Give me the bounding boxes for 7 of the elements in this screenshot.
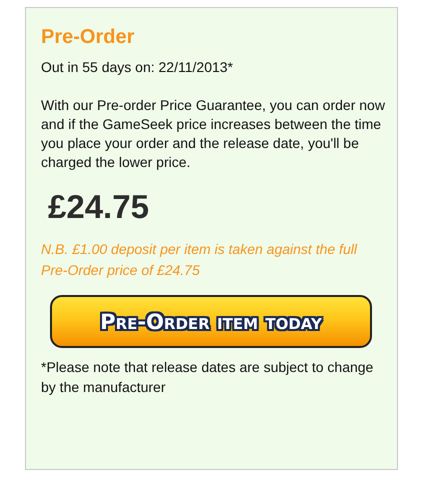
preorder-button[interactable]: Pre-Order item today xyxy=(50,295,372,348)
footnote: *Please note that release dates are subject to change by the manufacturer xyxy=(41,358,374,397)
price: £24.75 xyxy=(48,187,150,227)
deposit-note: N.B. £1.00 deposit per item is taken against the full Pre-Order price of £24.75 xyxy=(41,240,358,280)
guarantee-text: With our Pre-order Price Guarantee, you can order now and if the GameSeek price increases between the time you place your order and the release date, you'll be charged the lower price. xyxy=(41,96,386,172)
panel-title: Pre-Order xyxy=(41,25,136,49)
release-date: Out in 55 days on: 22/11/2013* xyxy=(41,58,234,77)
